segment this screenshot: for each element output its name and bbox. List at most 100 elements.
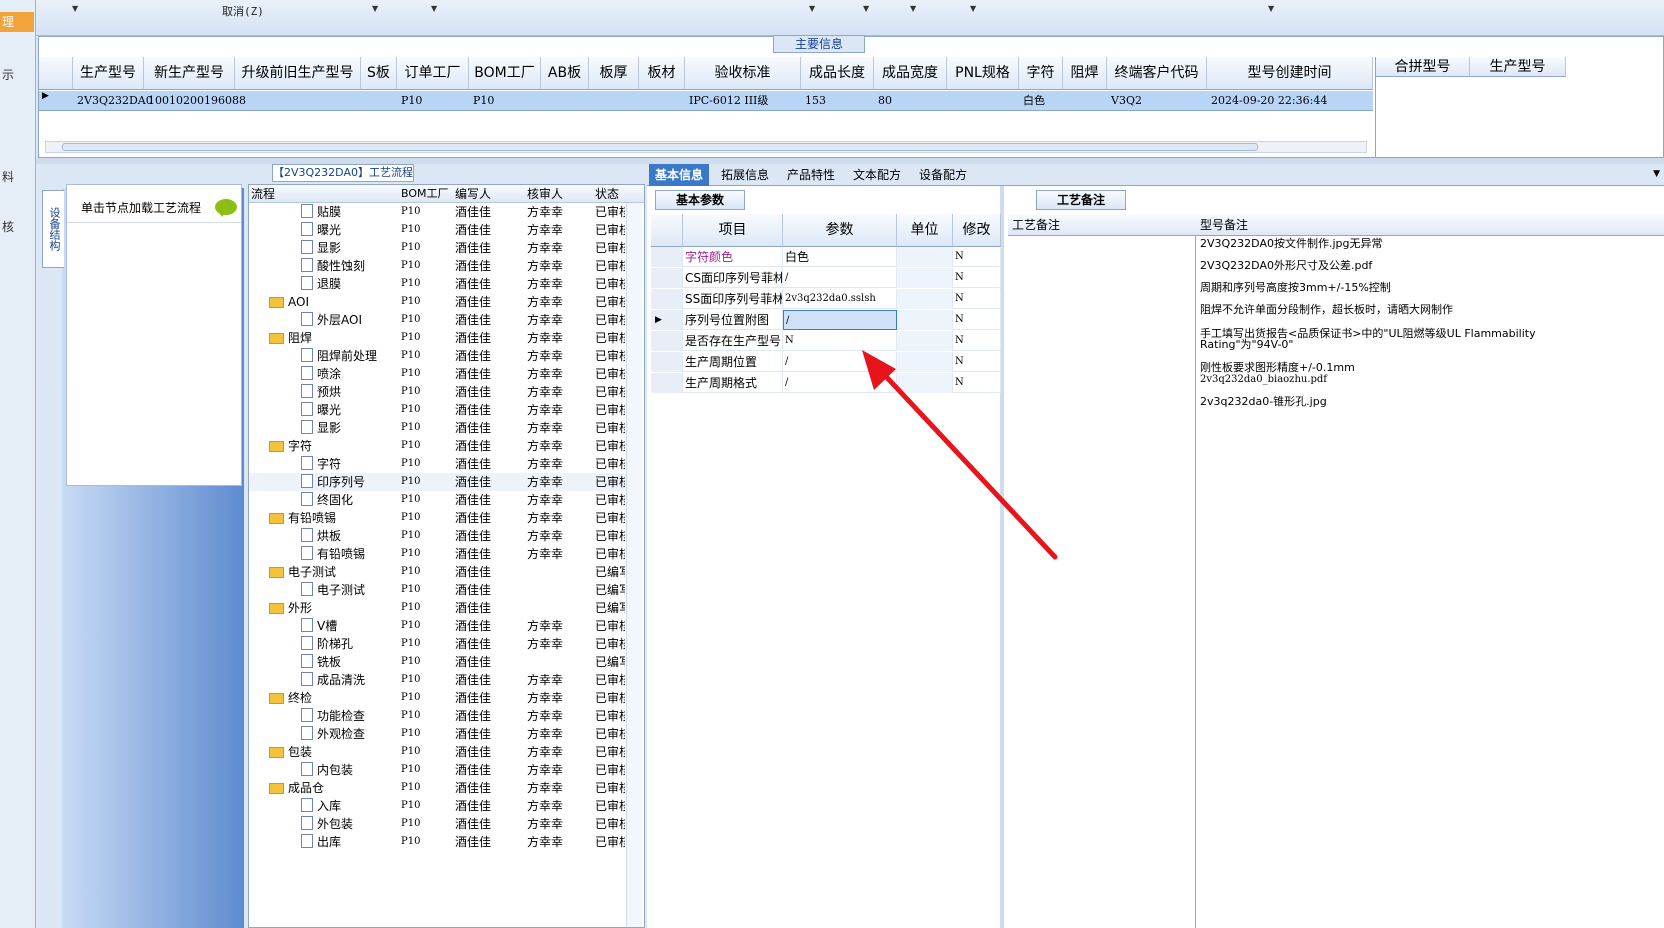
tree-row[interactable]: 电子测试 P10 酒佳佳 已编写 xyxy=(249,581,629,599)
column-header[interactable]: AB板 xyxy=(541,57,589,90)
cell-model[interactable]: 2V3Q232DA0 xyxy=(73,91,153,111)
vertical-scrollbar[interactable] xyxy=(626,203,642,927)
tree-row[interactable]: 有铅喷锡 P10 酒佳佳 方幸幸 已审核 xyxy=(249,509,629,527)
tree-node-label[interactable]: 退膜 xyxy=(301,275,399,293)
column-header[interactable]: 参数 xyxy=(783,214,897,247)
tree-row[interactable]: 曝光 P10 酒佳佳 方幸幸 已审核 xyxy=(249,221,629,239)
tree-row[interactable]: 酸性蚀刻 P10 酒佳佳 方幸幸 已审核 xyxy=(249,257,629,275)
tree-node-label[interactable]: V槽 xyxy=(301,617,399,635)
tree-row[interactable]: 阶梯孔 P10 酒佳佳 方幸幸 已审核 xyxy=(249,635,629,653)
horizontal-scrollbar[interactable] xyxy=(45,141,1367,153)
column-header[interactable]: 板厚 xyxy=(589,57,639,90)
tree-node-label[interactable]: AOI xyxy=(269,293,399,311)
dropdown-arrow-icon[interactable]: ▼ xyxy=(431,4,437,13)
tree-node-label[interactable]: 有铅喷锡 xyxy=(301,545,399,563)
dropdown-arrow-icon[interactable]: ▼ xyxy=(910,4,916,13)
column-header[interactable]: 生产型号 xyxy=(73,57,144,90)
param-value[interactable]: / xyxy=(783,352,897,372)
column-header[interactable]: 阻焊 xyxy=(1063,57,1107,90)
param-unit[interactable] xyxy=(897,331,953,351)
tree-row[interactable]: 贴膜 P10 酒佳佳 方幸幸 已审核 xyxy=(249,203,629,221)
tab-extended-info[interactable]: 拓展信息 xyxy=(715,164,775,186)
tree-row[interactable]: 曝光 P10 酒佳佳 方幸幸 已审核 xyxy=(249,401,629,419)
param-row[interactable]: ▶ 序列号位置附图 / N xyxy=(651,310,1001,330)
param-unit[interactable] xyxy=(897,310,953,330)
dropdown-arrow-icon[interactable]: ▼ xyxy=(809,4,815,13)
tab-equipment-recipe[interactable]: 设备配方 xyxy=(913,164,973,186)
dropdown-arrow-icon[interactable]: ▼ xyxy=(1268,4,1274,13)
process-remarks-column[interactable] xyxy=(1008,236,1196,928)
column-header[interactable]: S板 xyxy=(361,57,397,90)
tree-node-label[interactable]: 成品清洗 xyxy=(301,671,399,689)
tree-node-label[interactable]: 预烘 xyxy=(301,383,399,401)
param-row[interactable]: 生产周期格式 / N xyxy=(651,373,1001,393)
column-header[interactable]: 项目 xyxy=(683,214,783,247)
tree-row[interactable]: 内包装 P10 酒佳佳 方幸幸 已审核 xyxy=(249,761,629,779)
cell-new-model[interactable]: 10010200196088 xyxy=(144,91,246,111)
tree-node-label[interactable]: 入库 xyxy=(301,797,399,815)
param-unit[interactable] xyxy=(897,247,953,267)
param-value[interactable]: / xyxy=(783,310,897,330)
param-value[interactable]: 白色 xyxy=(783,247,897,267)
tree-node-label[interactable]: 曝光 xyxy=(301,221,399,239)
cell-order-factory[interactable]: P10 xyxy=(397,91,469,111)
tree-row[interactable]: 喷涂 P10 酒佳佳 方幸幸 已审核 xyxy=(249,365,629,383)
tree-node-label[interactable]: 终固化 xyxy=(301,491,399,509)
column-header[interactable]: 终端客户代码 xyxy=(1107,57,1207,90)
column-header[interactable]: 升级前旧生产型号 xyxy=(235,57,361,90)
left-nav-item[interactable]: 料 xyxy=(2,168,14,185)
tree-node-label[interactable]: 终检 xyxy=(269,689,399,707)
tree-node-label[interactable]: 电子测试 xyxy=(269,563,399,581)
tab-product-features[interactable]: 产品特性 xyxy=(781,164,841,186)
column-header[interactable]: 板材 xyxy=(639,57,685,90)
param-value[interactable]: / xyxy=(783,268,897,288)
column-header[interactable]: 状态 xyxy=(595,185,619,203)
cell-bom-factory[interactable]: P10 xyxy=(469,91,541,111)
tree-row[interactable]: 包装 P10 酒佳佳 方幸幸 已审核 xyxy=(249,743,629,761)
tree-row[interactable]: 成品仓 P10 酒佳佳 方幸幸 已审核 xyxy=(249,779,629,797)
column-header[interactable]: 新生产型号 xyxy=(144,57,235,90)
column-header[interactable]: 型号创建时间 xyxy=(1207,57,1373,90)
param-value[interactable]: N xyxy=(783,331,897,351)
tree-row[interactable]: 印序列号 P10 酒佳佳 方幸幸 已审核 xyxy=(249,473,629,491)
param-modified[interactable]: N xyxy=(953,373,1001,393)
tree-row[interactable]: 入库 P10 酒佳佳 方幸幸 已审核 xyxy=(249,797,629,815)
tree-node-label[interactable]: 烘板 xyxy=(301,527,399,545)
tree-row[interactable]: 退膜 P10 酒佳佳 方幸幸 已审核 xyxy=(249,275,629,293)
param-modified[interactable]: N xyxy=(953,331,1001,351)
tree-row[interactable]: V槽 P10 酒佳佳 方幸幸 已审核 xyxy=(249,617,629,635)
tree-row[interactable]: 成品清洗 P10 酒佳佳 方幸幸 已审核 xyxy=(249,671,629,689)
tree-row[interactable]: 电子测试 P10 酒佳佳 已编写 xyxy=(249,563,629,581)
column-header[interactable]: 订单工厂 xyxy=(397,57,469,90)
tree-row[interactable]: 字符 P10 酒佳佳 方幸幸 已审核 xyxy=(249,455,629,473)
tree-node-label[interactable]: 外形 xyxy=(269,599,399,617)
tree-row[interactable]: 外层AOI P10 酒佳佳 方幸幸 已审核 xyxy=(249,311,629,329)
model-remarks-list[interactable]: 2V3Q232DA0按文件制作.jpg无异常 2V3Q232DA0外形尺寸及公差.… xyxy=(1198,236,1638,928)
column-header[interactable]: 生产型号 xyxy=(1470,57,1566,77)
tree-node-label[interactable]: 曝光 xyxy=(301,401,399,419)
param-modified[interactable]: N xyxy=(953,352,1001,372)
column-header[interactable]: 编写人 xyxy=(455,185,491,203)
tree-row[interactable]: 外观检查 P10 酒佳佳 方幸幸 已审核 xyxy=(249,725,629,743)
left-nav-active-item[interactable]: 理 xyxy=(0,12,34,32)
cell-width[interactable]: 80 xyxy=(874,91,947,111)
tree-row[interactable]: 阻焊前处理 P10 酒佳佳 方幸幸 已审核 xyxy=(249,347,629,365)
column-header[interactable]: 成品宽度 xyxy=(874,57,947,90)
cell-customer-code[interactable]: V3Q2 xyxy=(1107,91,1207,111)
tree-row[interactable]: AOI P10 酒佳佳 方幸幸 已审核 xyxy=(249,293,629,311)
tab-text-recipe[interactable]: 文本配方 xyxy=(847,164,907,186)
tree-node-label[interactable]: 阻焊 xyxy=(269,329,399,347)
tree-node-label[interactable]: 外包装 xyxy=(301,815,399,833)
tree-row[interactable]: 预烘 P10 酒佳佳 方幸幸 已审核 xyxy=(249,383,629,401)
param-row[interactable]: 字符颜色 白色 N xyxy=(651,247,1001,267)
tree-row[interactable]: 功能检查 P10 酒佳佳 方幸幸 已审核 xyxy=(249,707,629,725)
tree-node-label[interactable]: 喷涂 xyxy=(301,365,399,383)
param-row[interactable]: 生产周期位置 / N xyxy=(651,352,1001,372)
tree-row[interactable]: 外形 P10 酒佳佳 已编写 xyxy=(249,599,629,617)
left-nav-item[interactable]: 核 xyxy=(2,218,14,235)
tree-node-label[interactable]: 贴膜 xyxy=(301,203,399,221)
column-header[interactable]: BOM工厂 xyxy=(469,57,541,90)
param-unit[interactable] xyxy=(897,289,953,309)
dropdown-arrow-icon[interactable]: ▼ xyxy=(863,4,869,13)
column-header[interactable]: 成品长度 xyxy=(801,57,874,90)
